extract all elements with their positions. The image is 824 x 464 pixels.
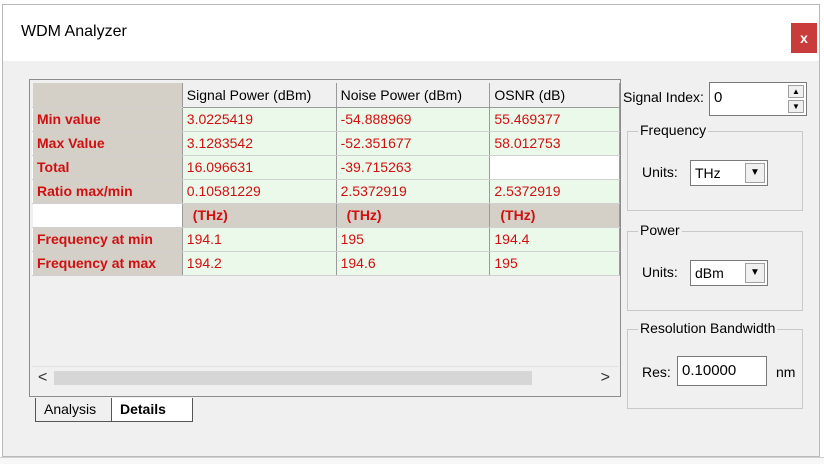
- power-units-select[interactable]: dBm ▼: [690, 260, 768, 286]
- row-header-frequency-at-min[interactable]: Frequency at min: [32, 226, 183, 252]
- chevron-down-icon[interactable]: ▼: [745, 163, 765, 183]
- table-cell[interactable]: -52.351677: [336, 131, 491, 156]
- unit-cell: (THz): [336, 203, 491, 228]
- table-cell[interactable]: 0.10581229: [182, 179, 337, 204]
- blank-cell: [32, 203, 183, 228]
- window-title: WDM Analyzer: [21, 23, 127, 40]
- resolution-group-label: Resolution Bandwidth: [638, 320, 778, 336]
- table-cell[interactable]: 194.2: [182, 251, 337, 276]
- table-cell[interactable]: 16.096631: [182, 155, 337, 180]
- table-cell[interactable]: -54.888969: [336, 107, 491, 132]
- res-input[interactable]: 0.10000: [677, 356, 767, 386]
- table-row: Total 16.096631 -39.715263: [32, 154, 620, 180]
- wdm-analyzer-window: WDM Analyzer x Signal Power (dBm) Noise …: [2, 4, 820, 457]
- table-cell[interactable]: 3.0225419: [182, 107, 337, 132]
- table-cell[interactable]: 3.1283542: [182, 131, 337, 156]
- column-header-signal-power[interactable]: Signal Power (dBm): [182, 83, 337, 108]
- table-row: Min value 3.0225419 -54.888969 55.469377: [32, 106, 620, 132]
- table-cell[interactable]: [489, 155, 620, 180]
- frequency-units-select[interactable]: THz ▼: [690, 160, 768, 186]
- table-cell[interactable]: 55.469377: [489, 107, 620, 132]
- horizontal-scrollbar[interactable]: < >: [32, 366, 618, 389]
- table-cell[interactable]: 194.6: [336, 251, 491, 276]
- table-cell[interactable]: 194.1: [182, 227, 337, 252]
- results-grid-panel: Signal Power (dBm) Noise Power (dBm) OSN…: [29, 79, 621, 397]
- results-table: Signal Power (dBm) Noise Power (dBm) OSN…: [32, 83, 620, 276]
- table-cell[interactable]: 194.4: [489, 227, 620, 252]
- corner-cell: [32, 83, 183, 108]
- scroll-right-icon[interactable]: >: [601, 369, 610, 387]
- power-units-label: Units:: [642, 264, 678, 280]
- power-group-label: Power: [638, 222, 682, 238]
- unit-cell: (THz): [489, 203, 620, 228]
- signal-index-label: Signal Index:: [623, 89, 704, 105]
- frequency-units-label: Units:: [642, 164, 678, 180]
- table-cell[interactable]: 2.5372919: [336, 179, 491, 204]
- signal-index-value[interactable]: 0: [714, 89, 722, 106]
- table-cell[interactable]: 58.012753: [489, 131, 620, 156]
- unit-row: (THz) (THz) (THz): [32, 203, 620, 228]
- column-header-noise-power[interactable]: Noise Power (dBm): [336, 83, 491, 108]
- tab-details[interactable]: Details: [111, 398, 193, 422]
- res-unit-label: nm: [776, 364, 796, 380]
- frequency-units-value: THz: [695, 165, 721, 181]
- spin-down-icon[interactable]: ▼: [788, 100, 804, 113]
- chevron-down-icon[interactable]: ▼: [745, 263, 765, 283]
- table-row: Max Value 3.1283542 -52.351677 58.012753: [32, 130, 620, 156]
- row-header-min-value[interactable]: Min value: [32, 106, 183, 132]
- table-cell[interactable]: 2.5372919: [489, 179, 620, 204]
- row-header-frequency-at-max[interactable]: Frequency at max: [32, 250, 183, 276]
- table-header-row: Signal Power (dBm) Noise Power (dBm) OSN…: [32, 83, 620, 108]
- close-button[interactable]: x: [791, 23, 817, 53]
- power-group: Power Units: dBm ▼: [627, 222, 803, 311]
- row-header-max-value[interactable]: Max Value: [32, 130, 183, 156]
- frequency-group-label: Frequency: [638, 122, 709, 138]
- signal-index-spinner[interactable]: 0 ▲ ▼: [709, 82, 807, 116]
- res-label: Res:: [642, 364, 671, 380]
- unit-cell: (THz): [182, 203, 337, 228]
- table-cell[interactable]: 195: [489, 251, 620, 276]
- table-row: Ratio max/min 0.10581229 2.5372919 2.537…: [32, 178, 620, 204]
- scroll-thumb[interactable]: [54, 371, 532, 385]
- res-value[interactable]: 0.10000: [682, 362, 736, 379]
- table-cell[interactable]: 195: [336, 227, 491, 252]
- row-header-total[interactable]: Total: [32, 154, 183, 180]
- title-bar: WDM Analyzer x: [3, 5, 819, 61]
- table-cell[interactable]: -39.715263: [336, 155, 491, 180]
- spin-up-icon[interactable]: ▲: [788, 85, 804, 98]
- column-header-osnr[interactable]: OSNR (dB): [489, 83, 620, 108]
- row-header-ratio[interactable]: Ratio max/min: [32, 178, 183, 204]
- scroll-left-icon[interactable]: <: [38, 369, 47, 387]
- frequency-group: Frequency Units: THz ▼: [627, 122, 803, 211]
- table-row: Frequency at min 194.1 195 194.4: [32, 226, 620, 252]
- table-row: Frequency at max 194.2 194.6 195: [32, 250, 620, 276]
- tab-analysis[interactable]: Analysis: [35, 398, 111, 422]
- power-units-value: dBm: [695, 265, 724, 281]
